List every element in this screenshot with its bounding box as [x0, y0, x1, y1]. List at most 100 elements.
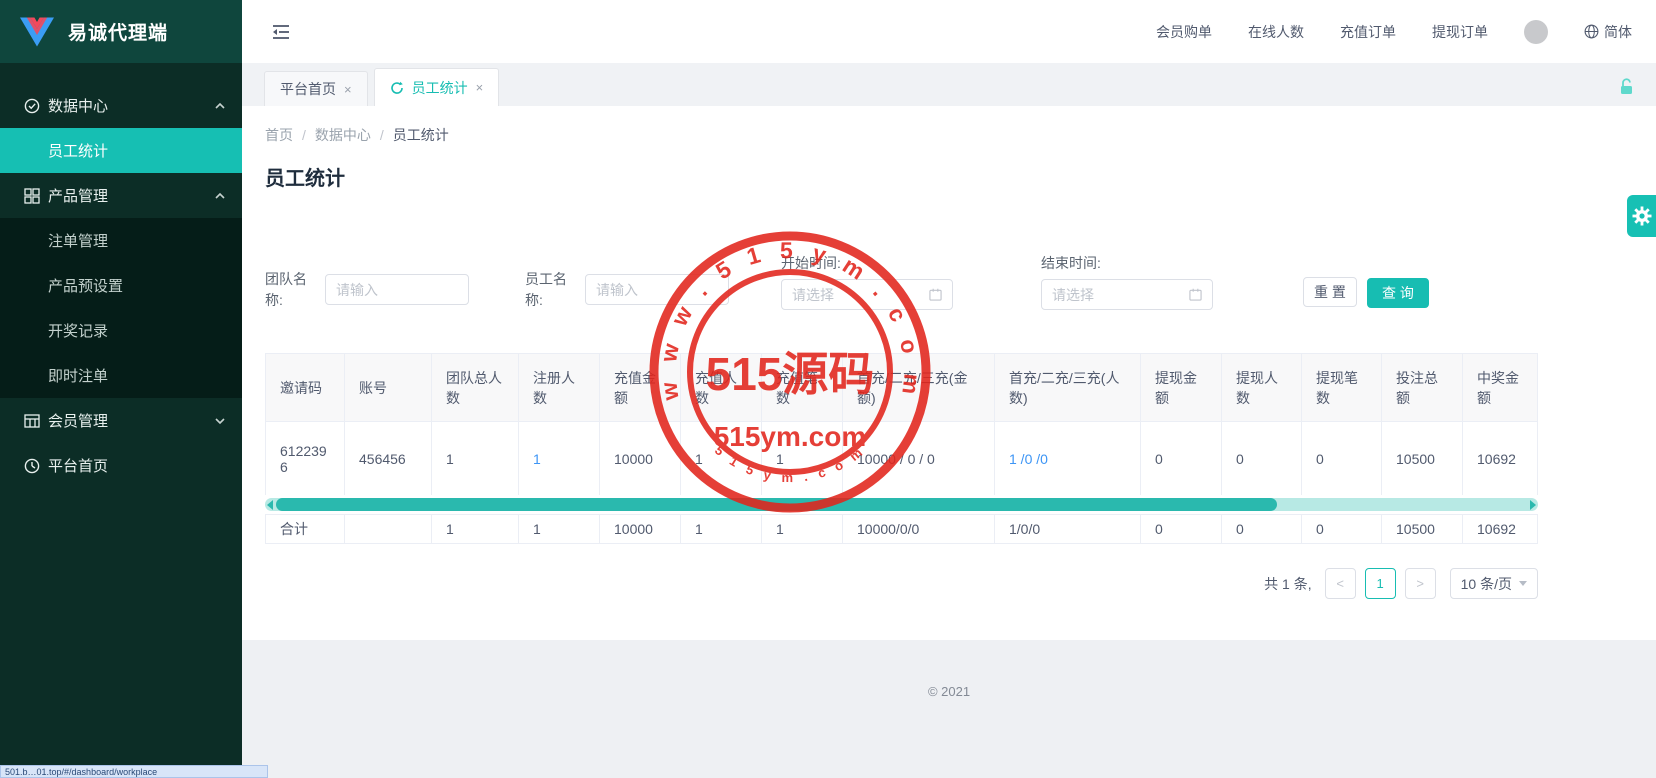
submenu-data-center: 员工统计 — [0, 128, 242, 173]
table-icon — [24, 413, 40, 429]
scrollbar-thumb[interactable] — [276, 498, 1277, 511]
circle-check-icon — [24, 98, 40, 114]
nav-withdraw-orders[interactable]: 提现订单 — [1432, 22, 1488, 42]
breadcrumb-separator: / — [302, 127, 306, 143]
cell-first-recharge-people-link[interactable]: 1 /0 /0 — [995, 422, 1141, 495]
menu-fold-icon[interactable] — [270, 21, 292, 43]
cell-recharge-people: 1 — [681, 422, 762, 495]
sidebar-item-label: 员工统计 — [48, 140, 108, 161]
col-withdraw-count: 提现笔数 — [1302, 354, 1382, 421]
scrollbar-track[interactable] — [276, 498, 1527, 511]
sidebar-item-product-preset[interactable]: 产品预设置 — [0, 263, 242, 308]
sum-withdraw-count: 0 — [1302, 515, 1382, 543]
user-avatar[interactable] — [1524, 20, 1548, 44]
sidebar-group-product-mgmt[interactable]: 产品管理 — [0, 173, 242, 218]
nav-member-orders[interactable]: 会员购单 — [1156, 22, 1212, 42]
nav-recharge-orders[interactable]: 充值订单 — [1340, 22, 1396, 42]
gear-icon — [1632, 206, 1652, 226]
lock-toggle[interactable] — [1619, 78, 1634, 98]
query-button[interactable]: 查 询 — [1367, 278, 1429, 308]
sidebar-item-platform-home[interactable]: 平台首页 — [0, 443, 242, 488]
sum-label: 合计 — [265, 515, 345, 543]
sidebar-group-data-center[interactable]: 数据中心 — [0, 83, 242, 128]
team-name-input[interactable] — [325, 274, 469, 305]
tab-bar: 平台首页 × 员工统计 × — [242, 63, 1656, 106]
appstore-icon — [24, 188, 40, 204]
start-time-picker[interactable]: 请选择 — [781, 279, 953, 310]
cell-invite-code: 6122396 — [265, 422, 345, 495]
sum-team-total: 1 — [432, 515, 519, 543]
sidebar-item-lottery-records[interactable]: 开奖记录 — [0, 308, 242, 353]
cell-registered-link[interactable]: 1 — [519, 422, 600, 495]
sidebar-item-label: 产品预设置 — [48, 275, 123, 296]
page-size-select[interactable]: 10 条/页 — [1450, 568, 1538, 599]
col-team-total: 团队总人数 — [432, 354, 519, 421]
scroll-right-arrow-icon[interactable] — [1530, 500, 1536, 510]
filter-bar: 团队名称: 员工名称: 开始时间: 请选择 结束时间: — [265, 253, 1656, 310]
sidebar-item-bet-order-mgmt[interactable]: 注单管理 — [0, 218, 242, 263]
col-first-recharge-people: 首充/二充/三充(人数) — [995, 354, 1141, 421]
sum-withdraw-people: 0 — [1222, 515, 1302, 543]
sum-withdraw-amount: 0 — [1141, 515, 1222, 543]
team-name-label: 团队名称: — [265, 269, 313, 310]
tab-staff-stats[interactable]: 员工统计 × — [374, 68, 500, 106]
close-icon[interactable]: × — [476, 80, 484, 95]
sidebar: 易诚代理端 数据中心 员工统计 产品管理 注单管理 产品预设置 开奖记录 — [0, 0, 242, 778]
cell-withdraw-amount: 0 — [1141, 422, 1222, 495]
settings-fab[interactable] — [1627, 195, 1656, 237]
top-header: 会员购单 在线人数 充值订单 提现订单 简体 — [242, 0, 1656, 63]
browser-status-url: 501.b…01.top/#/dashboard/workplace — [0, 765, 268, 778]
sidebar-item-staff-stats[interactable]: 员工统计 — [0, 128, 242, 173]
scroll-left-arrow-icon[interactable] — [267, 500, 273, 510]
col-account: 账号 — [345, 354, 432, 421]
tab-label: 平台首页 — [280, 79, 336, 99]
sum-first-recharge-people: 1/0/0 — [995, 515, 1141, 543]
col-registered: 注册人数 — [519, 354, 600, 421]
tab-label: 员工统计 — [412, 78, 468, 98]
top-nav: 会员购单 在线人数 充值订单 提现订单 简体 — [1156, 20, 1632, 44]
sidebar-item-realtime-bets[interactable]: 即时注单 — [0, 353, 242, 398]
chevron-down-icon — [214, 415, 226, 427]
end-time-picker[interactable]: 请选择 — [1041, 279, 1213, 310]
chevron-up-icon — [214, 190, 226, 202]
cell-recharge-amount: 10000 — [600, 422, 681, 495]
col-recharge-count: 充值笔数 — [762, 354, 843, 421]
cell-account: 456456 — [345, 422, 432, 495]
cell-win-amount: 10692 — [1463, 422, 1538, 495]
sidebar-group-member-mgmt[interactable]: 会员管理 — [0, 398, 242, 443]
breadcrumb-home[interactable]: 首页 — [265, 125, 293, 145]
nav-online-count[interactable]: 在线人数 — [1248, 22, 1304, 42]
current-page-button[interactable]: 1 — [1365, 568, 1396, 599]
page-content: 首页 / 数据中心 / 员工统计 员工统计 团队名称: 员工名称: 开始时间: — [242, 106, 1656, 640]
page-footer: © 2021 — [242, 640, 1656, 778]
prev-page-button[interactable]: < — [1325, 568, 1356, 599]
staff-name-label: 员工名称: — [525, 269, 573, 310]
close-icon[interactable]: × — [344, 82, 352, 97]
breadcrumb-data-center[interactable]: 数据中心 — [315, 125, 371, 145]
col-invite-code: 邀请码 — [265, 354, 345, 421]
date-placeholder: 请选择 — [1052, 285, 1189, 305]
next-page-button[interactable]: > — [1405, 568, 1436, 599]
cell-withdraw-people: 0 — [1222, 422, 1302, 495]
date-placeholder: 请选择 — [792, 285, 929, 305]
sum-recharge-people: 1 — [681, 515, 762, 543]
tab-platform-home[interactable]: 平台首页 × — [264, 71, 368, 106]
col-withdraw-people: 提现人数 — [1222, 354, 1302, 421]
sum-win-amount: 10692 — [1463, 515, 1538, 543]
caret-down-icon — [1519, 581, 1527, 586]
staff-name-input[interactable] — [585, 274, 729, 305]
sidebar-menu: 数据中心 员工统计 产品管理 注单管理 产品预设置 开奖记录 即时注单 — [0, 63, 242, 488]
reset-button[interactable]: 重 置 — [1303, 277, 1357, 307]
page-size-label: 10 条/页 — [1461, 574, 1512, 594]
language-switcher[interactable]: 简体 — [1584, 22, 1632, 42]
sum-account — [345, 515, 432, 543]
col-win-amount: 中奖金额 — [1463, 354, 1538, 421]
sidebar-item-label: 即时注单 — [48, 365, 108, 386]
sum-recharge-count: 1 — [762, 515, 843, 543]
table-summary-row: 合计 1 1 10000 1 1 10000/0/0 1/0/0 0 0 0 1… — [265, 514, 1538, 544]
main-area: 会员购单 在线人数 充值订单 提现订单 简体 平台首页 × 员工统计 × — [242, 0, 1656, 778]
copyright-text: © 2021 — [928, 684, 970, 778]
sum-registered: 1 — [519, 515, 600, 543]
staff-stats-table: 邀请码 账号 团队总人数 注册人数 充值金额 充值人数 充值笔数 首充/二充/三… — [265, 353, 1538, 544]
sidebar-group-label: 数据中心 — [48, 95, 108, 116]
